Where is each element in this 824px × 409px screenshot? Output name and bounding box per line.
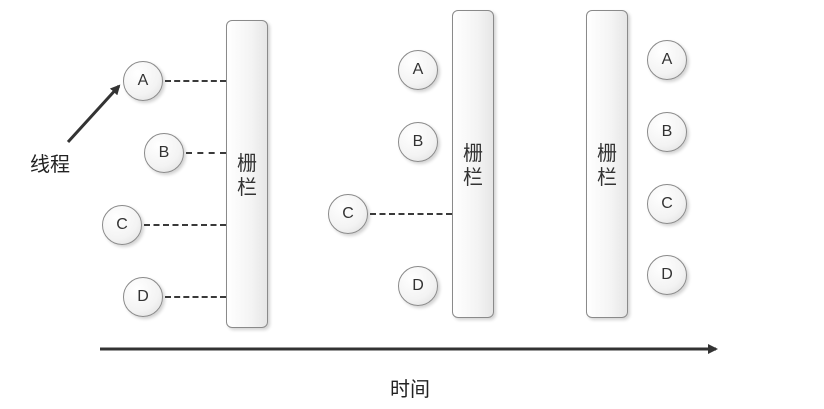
stage3-thread-c: C xyxy=(647,184,687,224)
time-axis-caption: 时间 xyxy=(390,377,430,401)
stage2-thread-d: D xyxy=(398,266,438,306)
stage2-thread-c: C xyxy=(328,194,368,234)
stage2-thread-b: B xyxy=(398,122,438,162)
stage3-thread-d: D xyxy=(647,255,687,295)
stage1-thread-a: A xyxy=(123,61,163,101)
thread-caption: 线程 xyxy=(30,152,70,176)
barrier-3-label-bottom: 栏 xyxy=(597,165,617,189)
stage1-thread-b: B xyxy=(144,133,184,173)
barrier-3-label-top: 栅 xyxy=(597,141,617,165)
barrier-2: 栅 栏 xyxy=(452,10,494,318)
barrier-diagram: 栅 栏 栅 栏 栅 栏 A B C D A B C D A B C D 线程 时… xyxy=(0,0,824,409)
barrier-1-label-bottom: 栏 xyxy=(237,175,257,199)
stage1-thread-b-dash xyxy=(186,152,226,154)
stage1-thread-a-dash xyxy=(165,80,226,82)
stage2-thread-c-dash xyxy=(370,213,452,215)
barrier-1-label-top: 栅 xyxy=(237,151,257,175)
stage2-thread-a: A xyxy=(398,50,438,90)
stage1-thread-c: C xyxy=(102,205,142,245)
barrier-2-label-bottom: 栏 xyxy=(463,165,483,189)
stage1-thread-d-dash xyxy=(165,296,226,298)
stage1-thread-c-dash xyxy=(144,224,226,226)
stage3-thread-a: A xyxy=(647,40,687,80)
barrier-3: 栅 栏 xyxy=(586,10,628,318)
stage3-thread-b: B xyxy=(647,112,687,152)
stage1-thread-d: D xyxy=(123,277,163,317)
thread-pointer-arrow xyxy=(66,84,121,144)
barrier-2-label-top: 栅 xyxy=(463,141,483,165)
barrier-1: 栅 栏 xyxy=(226,20,268,328)
